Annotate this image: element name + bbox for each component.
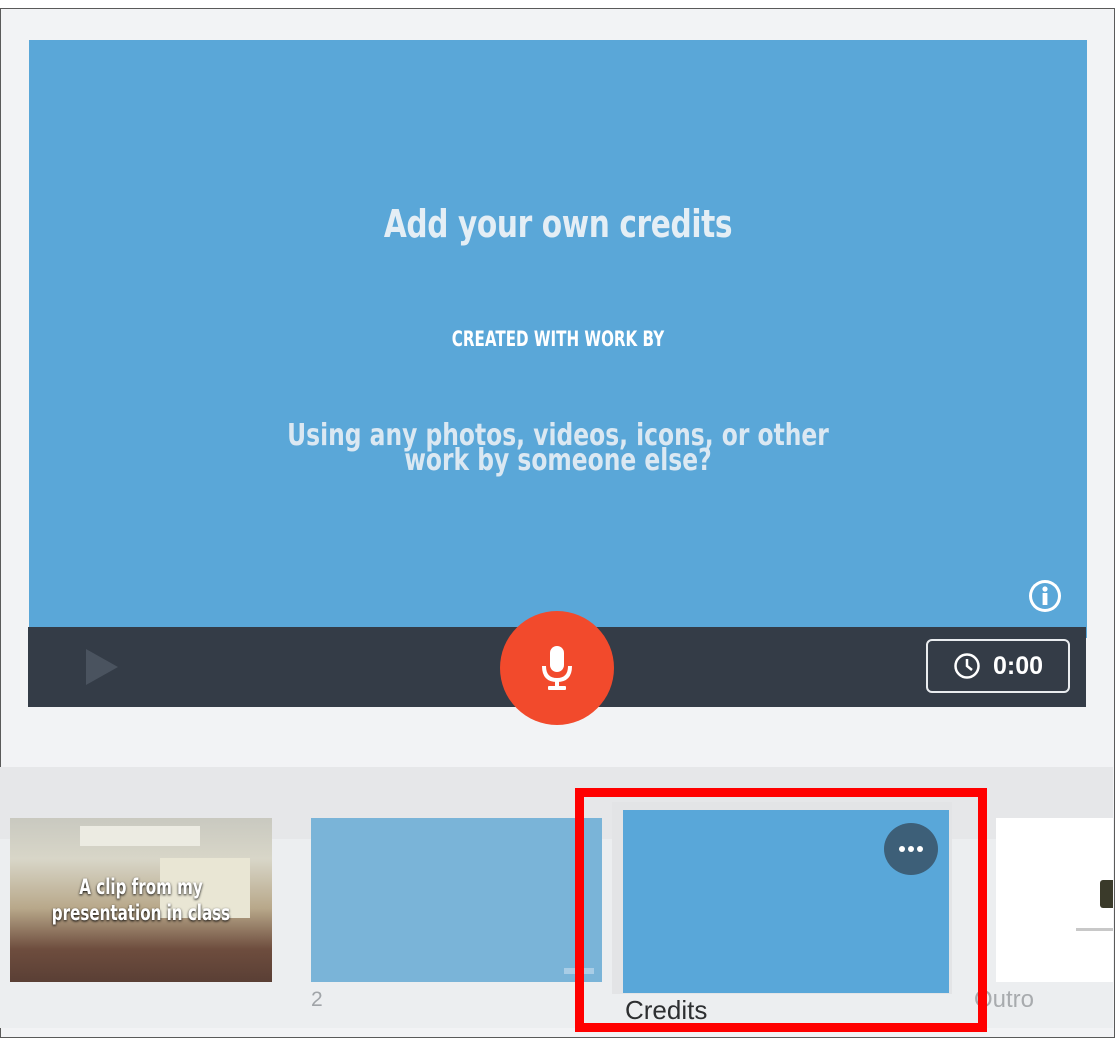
highlight-box <box>575 788 987 1032</box>
outro-fine-print <box>1076 928 1113 931</box>
outro-logo <box>1100 880 1113 908</box>
slide-title[interactable]: Add your own credits <box>145 202 970 246</box>
slide-duration-button[interactable]: 0:00 <box>926 639 1070 693</box>
slide-body-text[interactable]: Using any photos, videos, icons, or othe… <box>255 421 862 476</box>
slide-number-label: 2 <box>311 988 323 1011</box>
duration-value: 0:00 <box>992 651 1044 680</box>
microphone-icon <box>542 646 572 690</box>
play-icon[interactable] <box>84 647 120 687</box>
info-icon[interactable] <box>1028 579 1062 613</box>
caption-line-1: A clip from my <box>79 875 203 899</box>
ceiling-light <box>80 826 200 846</box>
slide-preview[interactable]: Add your own credits CREATED WITH WORK B… <box>29 40 1087 638</box>
slide-thumbnail-outro[interactable] <box>996 818 1113 982</box>
record-voice-button[interactable] <box>500 611 614 725</box>
slide-thumbnail-1[interactable]: A clip from my presentation in class <box>10 818 272 982</box>
slide-thumbnail-2[interactable] <box>311 818 602 982</box>
playback-bar: 0:00 <box>28 611 1086 725</box>
caption-line-2: presentation in class <box>51 901 231 925</box>
slide-1-caption: A clip from my presentation in class <box>47 874 236 926</box>
clock-icon <box>954 653 980 679</box>
slide-subheading[interactable]: CREATED WITH WORK BY <box>177 327 939 351</box>
